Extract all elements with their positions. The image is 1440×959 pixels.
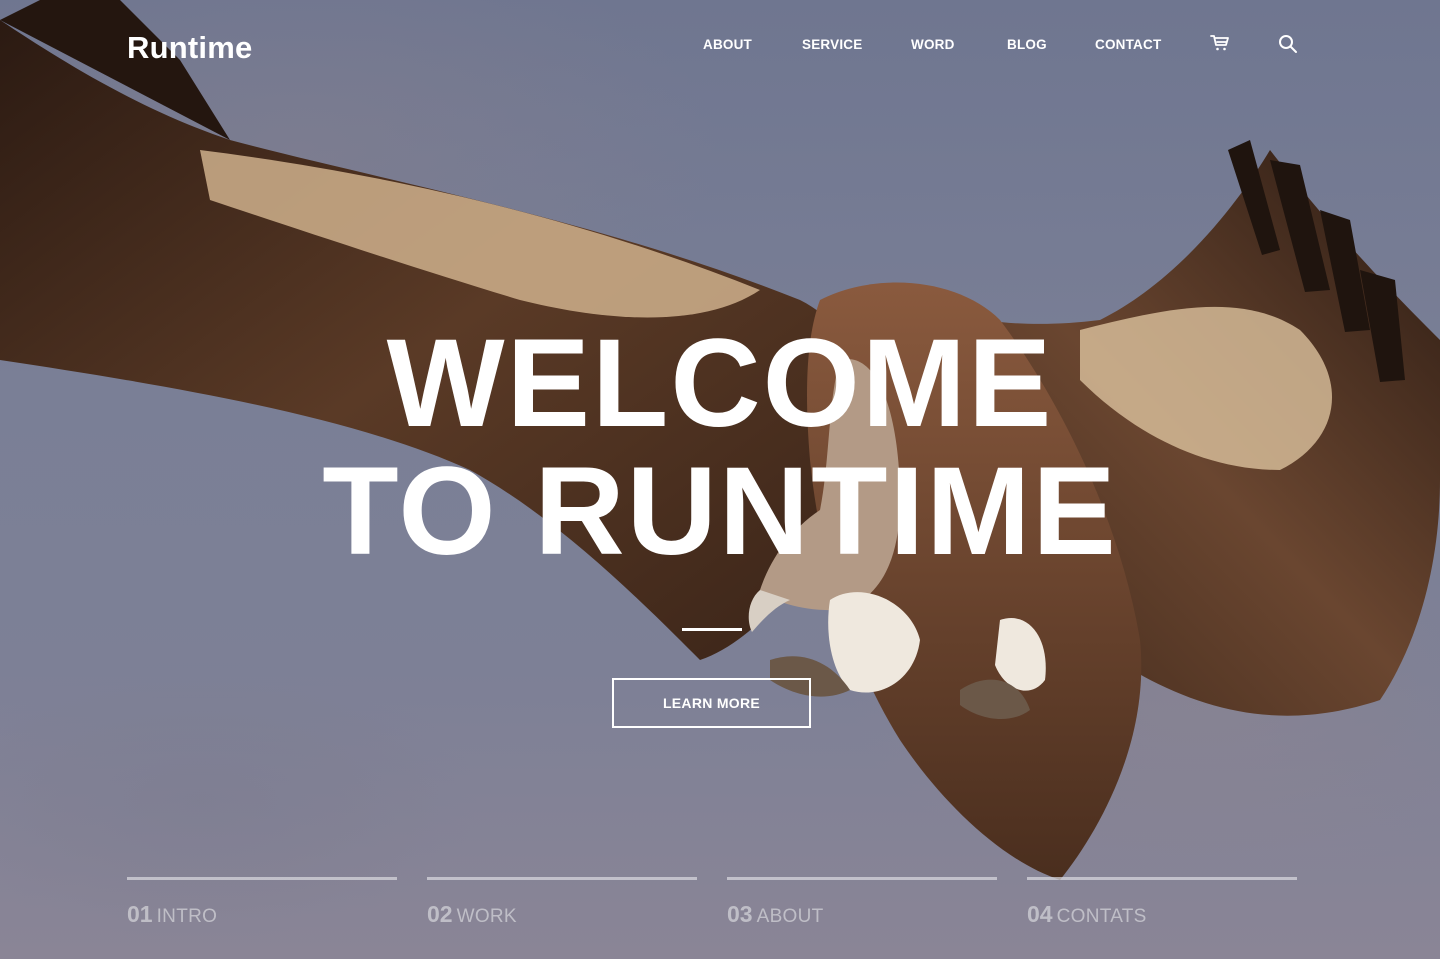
section-about[interactable]: 03 ABOUT [727, 877, 997, 937]
section-number: 03 [727, 901, 753, 927]
section-bar [427, 877, 697, 880]
nav-service[interactable]: SERVICE [802, 36, 862, 54]
search-icon[interactable] [1278, 34, 1300, 56]
hero-title: WELCOME TO RUNTIME [0, 320, 1440, 576]
section-number: 04 [1027, 901, 1053, 927]
logo[interactable]: Runtime [127, 30, 252, 66]
nav-contact[interactable]: CONTACT [1095, 36, 1161, 54]
nav-word[interactable]: WORD [911, 36, 955, 54]
nav-blog[interactable]: BLOG [1007, 36, 1047, 54]
section-text: CONTATS [1056, 906, 1147, 927]
section-bar [127, 877, 397, 880]
section-indicators: 01 INTRO 02 WORK 03 ABOUT 04 CONTATS [127, 877, 1297, 937]
section-number: 01 [127, 901, 153, 927]
section-text: WORK [456, 906, 517, 927]
section-contats[interactable]: 04 CONTATS [1027, 877, 1297, 937]
hero-title-line-1: WELCOME [386, 314, 1054, 453]
section-bar [727, 877, 997, 880]
section-label: 02 WORK [427, 901, 517, 928]
section-work[interactable]: 02 WORK [427, 877, 697, 937]
hero-title-line-2: TO RUNTIME [322, 442, 1118, 581]
hero-divider [682, 628, 742, 631]
cart-icon[interactable] [1210, 34, 1232, 56]
section-number: 02 [427, 901, 453, 927]
nav-about[interactable]: ABOUT [703, 36, 752, 54]
section-label: 03 ABOUT [727, 901, 824, 928]
section-bar [1027, 877, 1297, 880]
section-text: INTRO [156, 906, 218, 927]
section-label: 04 CONTATS [1027, 901, 1147, 928]
section-text: ABOUT [756, 906, 824, 927]
learn-more-button[interactable]: LEARN MORE [612, 678, 811, 728]
section-intro[interactable]: 01 INTRO [127, 877, 397, 937]
section-label: 01 INTRO [127, 901, 217, 928]
